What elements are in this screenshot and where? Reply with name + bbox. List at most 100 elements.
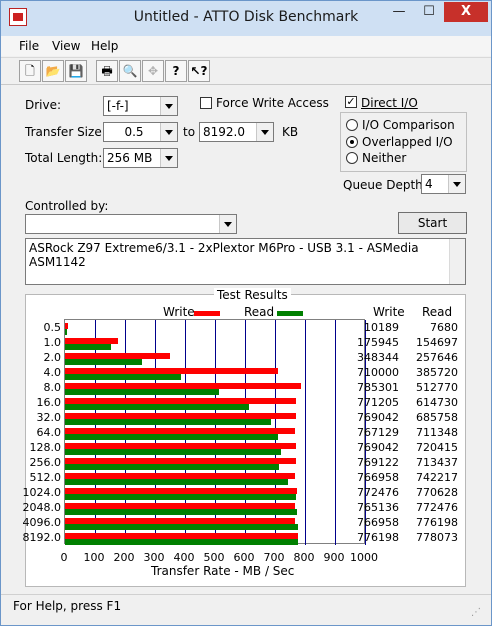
- transfer-size-row-label: 8.0: [43, 381, 62, 394]
- context-help-icon[interactable]: ↖?: [188, 60, 210, 82]
- read-value: 154697: [416, 336, 458, 349]
- read-bar: [65, 359, 143, 365]
- start-button[interactable]: Start: [398, 212, 467, 234]
- chevron-down-icon[interactable]: [160, 97, 177, 115]
- chevron-down-icon[interactable]: [160, 149, 177, 167]
- column-header-write: Write: [373, 305, 405, 319]
- write-value: 776198: [357, 531, 399, 544]
- open-folder-icon[interactable]: 📂: [42, 60, 64, 82]
- transfer-size-row-label: 512.0: [29, 471, 62, 484]
- transfer-size-from-select[interactable]: 0.5: [103, 122, 178, 142]
- description-text: ASRock Z97 Extreme6/3.1 - 2xPlextor M6Pr…: [29, 241, 419, 269]
- chevron-down-icon[interactable]: [219, 215, 236, 233]
- gridline: [335, 320, 336, 545]
- write-value: 766958: [357, 471, 399, 484]
- write-value: 769042: [357, 411, 399, 424]
- total-length-label: Total Length:: [25, 151, 103, 165]
- help-icon[interactable]: ?: [165, 60, 187, 82]
- transfer-size-to-select[interactable]: 8192.0: [199, 122, 274, 142]
- test-results-title: Test Results: [214, 288, 291, 302]
- total-length-select[interactable]: 256 MB: [103, 148, 178, 168]
- transfer-size-row-label: 8192.0: [22, 531, 62, 544]
- queue-depth-value: 4: [425, 177, 433, 191]
- read-bar: [65, 434, 279, 440]
- print-icon[interactable]: 🖶: [96, 60, 118, 82]
- write-value: 785301: [357, 381, 399, 394]
- write-value: 769042: [357, 441, 399, 454]
- transfer-size-row-label: 256.0: [29, 456, 62, 469]
- read-value: 711348: [416, 426, 458, 439]
- overlapped-io-label: Overlapped I/O: [362, 135, 453, 149]
- read-bar: [65, 464, 280, 470]
- read-value: 7680: [430, 321, 458, 334]
- write-value: 10189: [364, 321, 399, 334]
- read-value: 713437: [416, 456, 458, 469]
- maximize-button[interactable]: ☐: [414, 2, 444, 22]
- controlled-by-select[interactable]: [25, 214, 237, 234]
- new-file-icon[interactable]: 🗋: [19, 60, 41, 82]
- read-value: 257646: [416, 351, 458, 364]
- transfer-size-row-label: 32.0: [36, 411, 62, 424]
- menu-view[interactable]: View: [52, 39, 80, 53]
- legend-read-swatch: [277, 311, 303, 316]
- force-write-checkbox[interactable]: [200, 97, 212, 109]
- kb-label: KB: [282, 125, 299, 139]
- io-comparison-radio[interactable]: [346, 119, 358, 131]
- read-bar: [65, 509, 297, 515]
- transfer-size-row-label: 4.0: [43, 366, 62, 379]
- read-value: 778073: [416, 531, 458, 544]
- queue-depth-label: Queue Depth:: [343, 178, 427, 192]
- x-axis-label: Transfer Rate - MB / Sec: [151, 564, 295, 578]
- transfer-size-row-label: 1.0: [43, 336, 62, 349]
- menu-help[interactable]: Help: [91, 39, 118, 53]
- read-value: 720415: [416, 441, 458, 454]
- x-tick-label: 1000: [350, 551, 378, 564]
- description-scrollbar[interactable]: [449, 239, 465, 284]
- read-bar: [65, 329, 68, 335]
- write-value: 766958: [357, 516, 399, 529]
- menu-file[interactable]: File: [19, 39, 39, 53]
- resize-grip-icon[interactable]: ⋰: [471, 607, 481, 618]
- read-bar: [65, 389, 219, 395]
- status-text: For Help, press F1: [13, 599, 122, 613]
- save-icon[interactable]: 💾: [65, 60, 87, 82]
- transfer-to-value: 8192.0: [203, 125, 245, 139]
- legend-read-label: Read: [244, 305, 275, 319]
- neither-label: Neither: [362, 151, 407, 165]
- description-textarea[interactable]: ASRock Z97 Extreme6/3.1 - 2xPlextor M6Pr…: [25, 238, 466, 285]
- overlapped-io-radio[interactable]: [346, 136, 358, 148]
- close-button[interactable]: X: [444, 2, 488, 22]
- gridline: [305, 320, 306, 545]
- read-bar: [65, 344, 112, 350]
- column-header-read: Read: [422, 305, 453, 319]
- neither-radio[interactable]: [346, 152, 358, 164]
- read-bar: [65, 404, 250, 410]
- read-value: 742217: [416, 471, 458, 484]
- minimize-button[interactable]: —: [384, 2, 414, 22]
- transfer-size-row-label: 0.5: [43, 321, 62, 334]
- direct-io-checkbox[interactable]: ✓: [345, 96, 357, 108]
- read-bar: [65, 449, 282, 455]
- transfer-size-row-label: 2048.0: [22, 501, 62, 514]
- transfer-size-label: Transfer Size:: [25, 125, 106, 139]
- transfer-size-row-label: 128.0: [29, 441, 62, 454]
- write-value: 348344: [357, 351, 399, 364]
- chevron-down-icon[interactable]: [256, 123, 273, 141]
- direct-io-label: Direct I/O: [361, 96, 418, 110]
- read-value: 614730: [416, 396, 458, 409]
- read-value: 770628: [416, 486, 458, 499]
- write-value: 772476: [357, 486, 399, 499]
- io-comparison-label: I/O Comparison: [362, 118, 455, 132]
- drive-select[interactable]: [-f-]: [103, 96, 178, 116]
- chevron-down-icon[interactable]: [160, 123, 177, 141]
- read-value: 512770: [416, 381, 458, 394]
- total-length-value: 256 MB: [107, 151, 153, 165]
- chevron-down-icon[interactable]: [448, 175, 465, 193]
- write-value: 767129: [357, 426, 399, 439]
- print-preview-icon[interactable]: 🔍: [119, 60, 141, 82]
- read-bar: [65, 419, 271, 425]
- queue-depth-select[interactable]: 4: [421, 174, 466, 194]
- write-value: 769122: [357, 456, 399, 469]
- transfer-size-row-label: 1024.0: [22, 486, 62, 499]
- transfer-size-row-label: 4096.0: [22, 516, 62, 529]
